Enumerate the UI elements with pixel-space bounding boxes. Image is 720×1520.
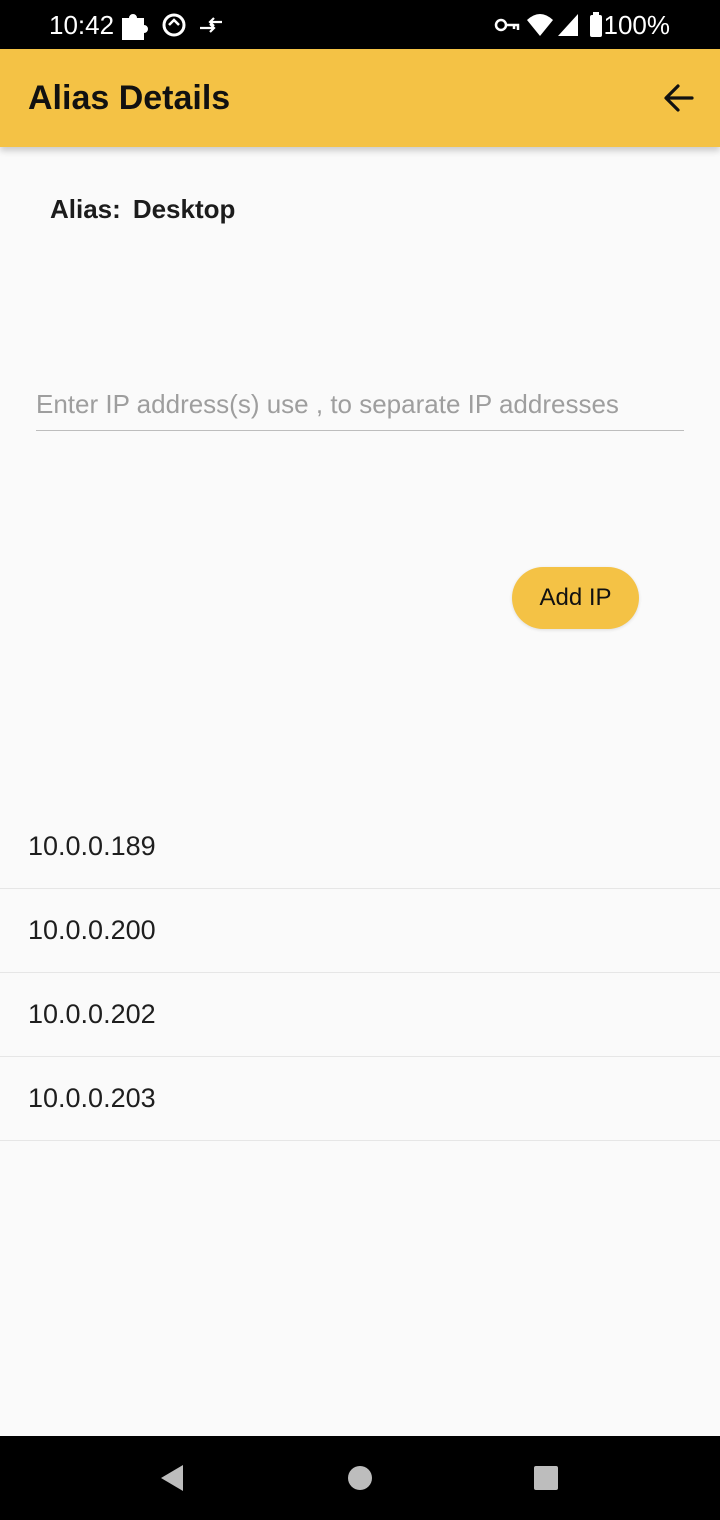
app-bar: Alias Details <box>0 49 720 147</box>
nav-home-button[interactable] <box>338 1456 382 1500</box>
alias-row: Alias: Desktop <box>50 194 235 225</box>
ip-address-text: 10.0.0.200 <box>28 915 156 945</box>
signal-icon <box>558 14 578 36</box>
list-item[interactable]: 10.0.0.189 <box>0 805 720 889</box>
wifi-icon <box>527 14 553 36</box>
ip-address-text: 10.0.0.202 <box>28 999 156 1029</box>
page-title: Alias Details <box>28 79 231 117</box>
back-triangle-icon <box>161 1465 183 1491</box>
nav-back-button[interactable] <box>150 1456 194 1500</box>
alias-label: Alias: <box>50 194 121 224</box>
arrow-back-icon <box>664 84 694 112</box>
nav-recents-button[interactable] <box>524 1456 568 1500</box>
data-transfer-icon <box>200 17 222 33</box>
battery-icon <box>590 12 602 37</box>
alias-value: Desktop <box>132 194 236 224</box>
puzzle-icon <box>122 14 148 40</box>
vpn-key-icon <box>494 18 520 32</box>
status-bar: 10:42 100% <box>0 0 720 49</box>
recents-square-icon <box>534 1466 558 1490</box>
sync-icon <box>162 13 186 37</box>
ip-address-text: 10.0.0.189 <box>28 831 156 861</box>
back-button[interactable] <box>654 73 704 123</box>
navigation-bar <box>0 1436 720 1520</box>
list-item[interactable]: 10.0.0.202 <box>0 973 720 1057</box>
status-time: 10:42 <box>49 10 115 40</box>
list-item[interactable]: 10.0.0.200 <box>0 889 720 973</box>
home-circle-icon <box>348 1466 372 1490</box>
ip-address-input[interactable] <box>36 378 684 431</box>
battery-percent: 100% <box>603 10 671 40</box>
add-ip-button[interactable]: Add IP <box>512 567 639 629</box>
ip-address-text: 10.0.0.203 <box>28 1083 156 1113</box>
ip-list: 10.0.0.189 10.0.0.200 10.0.0.202 10.0.0.… <box>0 805 720 1141</box>
list-item[interactable]: 10.0.0.203 <box>0 1057 720 1141</box>
